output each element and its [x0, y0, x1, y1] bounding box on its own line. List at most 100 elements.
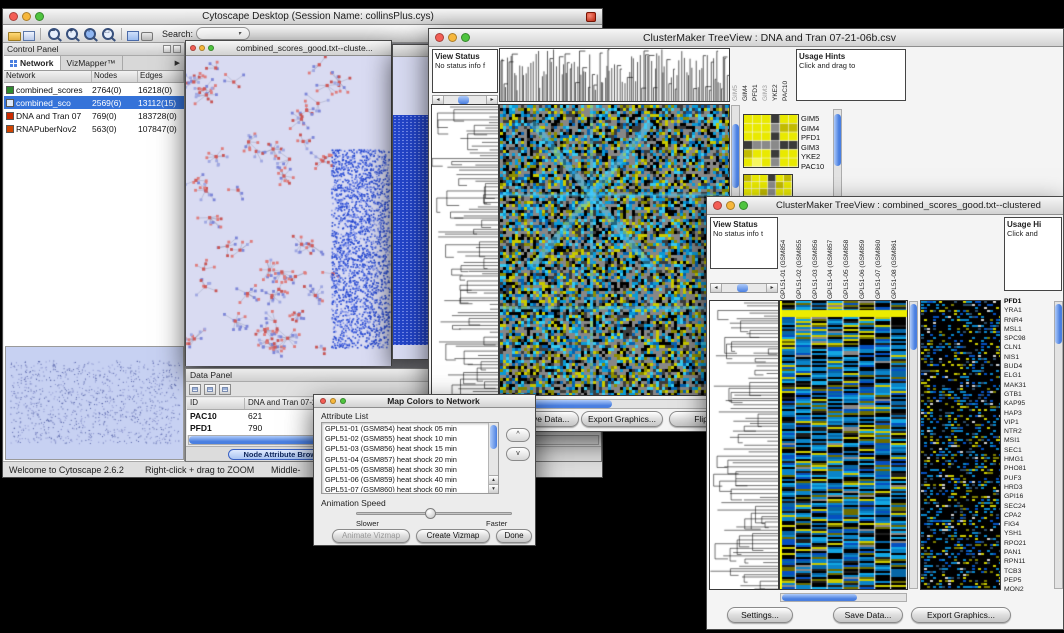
- gene-label[interactable]: PAN1: [1004, 548, 1052, 557]
- network-row[interactable]: RNAPuberNov2 563(0) 107847(0): [4, 122, 184, 135]
- matrix-column-label[interactable]: YKE2: [772, 49, 782, 101]
- tab-network[interactable]: Network: [4, 56, 61, 70]
- search-box[interactable]: ▾: [196, 27, 250, 40]
- correlation-matrix[interactable]: [744, 115, 798, 167]
- snapshot-icon[interactable]: [141, 32, 153, 41]
- background-network-window[interactable]: [392, 44, 429, 360]
- array-column-label[interactable]: GPL51-03 (GSM856: [812, 217, 828, 299]
- maximize-button[interactable]: [35, 12, 44, 21]
- gene-label[interactable]: KAP95: [1004, 399, 1052, 408]
- done-button[interactable]: Done: [496, 529, 532, 543]
- matrix-row-label[interactable]: YKE2: [801, 152, 831, 162]
- close-button[interactable]: [9, 12, 18, 21]
- scrollbar-thumb[interactable]: [458, 96, 469, 104]
- gene-label[interactable]: BUD4: [1004, 362, 1052, 371]
- matrix-column-label[interactable]: GIM5: [732, 49, 742, 101]
- matrix-row-label[interactable]: PAC10: [801, 162, 831, 172]
- close-button[interactable]: [190, 45, 196, 51]
- gene-label[interactable]: HAP3: [1004, 409, 1052, 418]
- attribute-option[interactable]: GPL51-06 (GSM859) heat shock 40 min: [323, 475, 487, 485]
- gene-label[interactable]: CPA2: [1004, 511, 1052, 520]
- scrollbar-thumb[interactable]: [834, 114, 841, 166]
- gene-label[interactable]: RNR4: [1004, 316, 1052, 325]
- array-column-label[interactable]: GPL51-04 (GSM857: [827, 217, 843, 299]
- scroll-right-icon[interactable]: ▸: [486, 96, 497, 104]
- minimize-button[interactable]: [199, 45, 205, 51]
- network-graph-canvas[interactable]: [186, 56, 391, 366]
- column-dendrogram[interactable]: [500, 49, 729, 101]
- array-column-label[interactable]: GPL51-02 (GSM855: [796, 217, 812, 299]
- network-row[interactable]: combined_sco 2569(6) 13112(15): [4, 96, 184, 109]
- attribute-option[interactable]: GPL51-03 (GSM856) heat shock 15 min: [323, 444, 487, 454]
- scroll-up-icon[interactable]: ▴: [489, 475, 498, 484]
- row-dendrogram[interactable]: [432, 105, 498, 395]
- zoom-out-icon[interactable]: −: [46, 26, 62, 42]
- search-input[interactable]: [200, 29, 238, 38]
- listbox-vscrollbar[interactable]: ▴ ▾: [488, 423, 498, 493]
- scrollbar-thumb[interactable]: [782, 594, 857, 601]
- matrix-column-label[interactable]: PAC10: [782, 49, 792, 101]
- matrix-view-icon[interactable]: [219, 384, 231, 395]
- attribute-option[interactable]: GPL51-02 (GSM855) heat shock 10 min: [323, 434, 487, 444]
- maximize-button[interactable]: [208, 45, 214, 51]
- scrollbar-thumb[interactable]: [737, 284, 748, 292]
- matrix-column-label[interactable]: GIM4: [742, 49, 752, 101]
- scrollbar-thumb[interactable]: [1055, 304, 1062, 344]
- attribute-table-icon[interactable]: [204, 384, 216, 395]
- matrix-column-label[interactable]: GIM3: [762, 49, 772, 101]
- gene-label[interactable]: SPC98: [1004, 334, 1052, 343]
- close-button[interactable]: [320, 398, 326, 404]
- dense-network-region[interactable]: [393, 115, 428, 345]
- attribute-listbox[interactable]: GPL51-01 (GSM854) heat shock 05 minGPL51…: [321, 422, 499, 494]
- expression-heatmap[interactable]: [780, 301, 907, 589]
- animate-vizmap-button[interactable]: Animate Vizmap: [332, 529, 410, 543]
- matrix-row-label[interactable]: PFD1: [801, 133, 831, 143]
- heatmap-hscrollbar[interactable]: [780, 593, 907, 602]
- maximize-button[interactable]: [739, 201, 748, 210]
- gene-label[interactable]: MSL1: [1004, 325, 1052, 334]
- gene-label[interactable]: TCB3: [1004, 567, 1052, 576]
- dialog-title-bar[interactable]: Map Colors to Network: [314, 395, 535, 408]
- gene-list-vscrollbar[interactable]: [1054, 301, 1063, 589]
- gene-label[interactable]: VIP1: [1004, 418, 1052, 427]
- gene-label[interactable]: FIG4: [1004, 520, 1052, 529]
- combo-arrow-icon[interactable]: ▾: [238, 30, 241, 37]
- gene-label[interactable]: YSH1: [1004, 529, 1052, 538]
- gene-label[interactable]: ELG1: [1004, 371, 1052, 380]
- column-id[interactable]: ID: [187, 398, 245, 409]
- array-column-label[interactable]: GPL51-08 (GSM861: [891, 217, 907, 299]
- gene-label[interactable]: MAK31: [1004, 381, 1052, 390]
- network-row[interactable]: combined_scores 2764(0) 16218(0): [4, 83, 184, 96]
- matrix-row-label[interactable]: GIM4: [801, 124, 831, 134]
- import-network-icon[interactable]: [23, 31, 35, 41]
- close-panel-icon[interactable]: [173, 45, 181, 53]
- minimize-button[interactable]: [726, 201, 735, 210]
- scroll-left-icon[interactable]: ◂: [711, 284, 722, 292]
- gene-label[interactable]: GPI16: [1004, 492, 1052, 501]
- network-view-title-bar[interactable]: combined_scores_good.txt--cluste...: [186, 41, 391, 56]
- close-button[interactable]: [713, 201, 722, 210]
- float-panel-icon[interactable]: [163, 45, 171, 53]
- secondary-heatmap[interactable]: [921, 301, 1000, 589]
- scroll-down-icon[interactable]: ▾: [489, 484, 498, 493]
- gene-label[interactable]: RPN11: [1004, 557, 1052, 566]
- minimize-button[interactable]: [330, 398, 336, 404]
- birdseye-view-icon[interactable]: [127, 31, 139, 41]
- array-column-label[interactable]: GPL51-01 (GSM854: [780, 217, 796, 299]
- scroll-right-icon[interactable]: ▸: [766, 284, 777, 292]
- network-row[interactable]: DNA and Tran 07 769(0) 183728(0): [4, 109, 184, 122]
- gene-label[interactable]: PUF3: [1004, 474, 1052, 483]
- move-down-button[interactable]: v: [506, 447, 530, 461]
- matrix-row-label[interactable]: GIM5: [801, 114, 831, 124]
- export-graphics-button[interactable]: Export Graphics...: [581, 411, 663, 427]
- column-nodes[interactable]: Nodes: [92, 71, 138, 82]
- gene-label[interactable]: MON2: [1004, 585, 1052, 594]
- open-session-icon[interactable]: [8, 32, 21, 41]
- create-vizmap-button[interactable]: Create Vizmap: [416, 529, 490, 543]
- settings-button[interactable]: Settings...: [727, 607, 793, 623]
- attribute-option[interactable]: GPL51-01 (GSM854) heat shock 05 min: [323, 424, 487, 434]
- select-attributes-icon[interactable]: [189, 384, 201, 395]
- maximize-button[interactable]: [461, 33, 470, 42]
- expression-heatmap[interactable]: [500, 105, 729, 395]
- gene-label[interactable]: CLN1: [1004, 343, 1052, 352]
